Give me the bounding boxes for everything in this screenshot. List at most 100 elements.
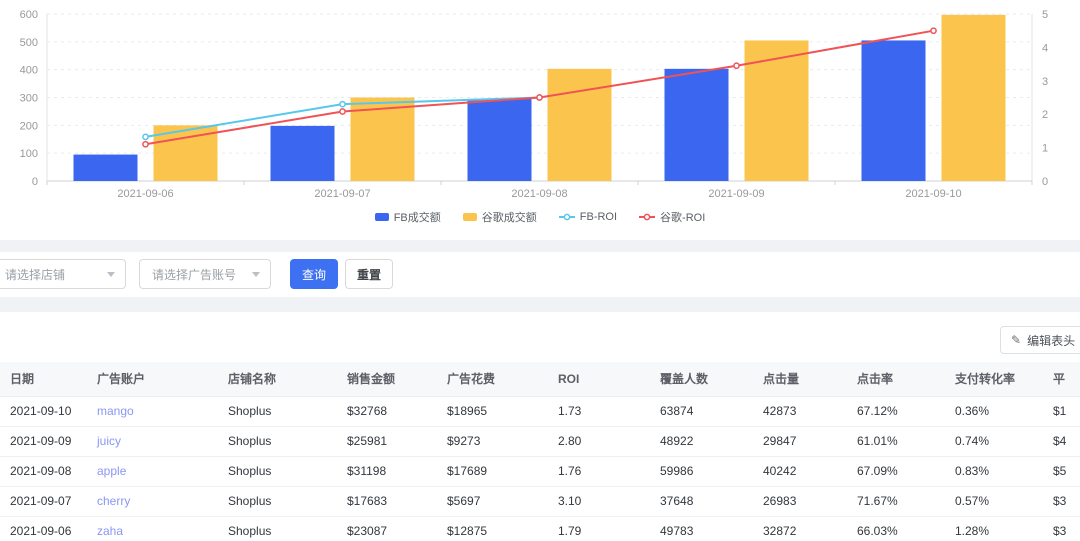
- legend-item-2[interactable]: FB-ROI: [558, 211, 617, 223]
- table-cell: $5: [1043, 456, 1080, 487]
- table-cell: $3: [1043, 516, 1080, 541]
- table-cell: Shoplus: [218, 456, 337, 487]
- column-header: 日期: [0, 362, 87, 397]
- bar-fb: [467, 98, 532, 181]
- table-cell: 59986: [650, 456, 753, 487]
- bar-google: [744, 40, 809, 181]
- legend-item-1[interactable]: 谷歌成交额: [462, 209, 537, 225]
- table-cell: 61.01%: [847, 426, 945, 457]
- table-cell: 1.79: [548, 516, 650, 541]
- chart-legend: FB成交额 谷歌成交额 FB-ROI 谷歌-ROI: [0, 209, 1080, 225]
- column-header: 广告花费: [437, 362, 548, 397]
- section-divider: [0, 297, 1080, 312]
- bar-google: [941, 14, 1006, 181]
- table-cell: 2021-09-08: [0, 456, 87, 487]
- bar-fb: [73, 154, 138, 181]
- legend-label: FB成交额: [393, 212, 441, 224]
- ad-account-link[interactable]: mango: [87, 396, 218, 427]
- table-row: 2021-09-06 zaha Shoplus $23087 $12875 1.79 497…: [0, 516, 1080, 541]
- left-axis-tick-label: 300: [20, 93, 38, 105]
- chart-section: 0 100 200 300 400 500 600 0 1 2 3 4 5 2021-09-06 2021-…: [0, 0, 1080, 240]
- table-cell: $25981: [337, 426, 437, 457]
- ad-account-link[interactable]: cherry: [87, 486, 218, 517]
- edit-columns-button[interactable]: ✎ 编辑表头: [1000, 326, 1080, 354]
- column-header: 广告账户: [87, 362, 218, 397]
- table-cell: $17683: [337, 486, 437, 517]
- legend-label: 谷歌成交额: [481, 212, 537, 224]
- legend-bar-swatch: [374, 213, 389, 221]
- ad-account-select-placeholder: 请选择广告账号: [152, 267, 237, 282]
- table-cell: 1.73: [548, 396, 650, 427]
- table-section: ✎ 编辑表头 日期 广告账户 店铺名称 销售金额 广告花费 ROI 覆盖人数 点击量 点击率 支付…: [0, 312, 1080, 541]
- table-cell: $31198: [337, 456, 437, 487]
- table-cell: 3.10: [548, 486, 650, 517]
- column-header: ROI: [548, 362, 650, 397]
- right-axis-tick-label: 2: [1042, 109, 1048, 121]
- table-row: 2021-09-09 juicy Shoplus $25981 $9273 2.80 489…: [0, 426, 1080, 457]
- table-cell: 48922: [650, 426, 753, 457]
- table-cell: $5697: [437, 486, 548, 517]
- table-cell: $18965: [437, 396, 548, 427]
- table-body: 2021-09-10 mango Shoplus $32768 $18965 1.73 63…: [0, 396, 1080, 541]
- legend-bar-swatch: [462, 213, 477, 221]
- table-cell: 37648: [650, 486, 753, 517]
- table-cell: $9273: [437, 426, 548, 457]
- ad-account-link[interactable]: zaha: [87, 516, 218, 541]
- legend-label: 谷歌-ROI: [660, 212, 706, 224]
- query-button[interactable]: 查询: [290, 259, 338, 289]
- table-row: 2021-09-10 mango Shoplus $32768 $18965 1.73 63…: [0, 396, 1080, 427]
- table-cell: 67.12%: [847, 396, 945, 427]
- left-axis-tick-label: 200: [20, 120, 38, 132]
- table-cell: 0.83%: [945, 456, 1043, 487]
- table-cell: 63874: [650, 396, 753, 427]
- table-cell: Shoplus: [218, 486, 337, 517]
- table-cell: 66.03%: [847, 516, 945, 541]
- right-axis-tick-label: 5: [1042, 9, 1048, 21]
- table-cell: 71.67%: [847, 486, 945, 517]
- right-axis-tick-label: 1: [1042, 143, 1048, 155]
- table-cell: 40242: [753, 456, 847, 487]
- table-cell: 2021-09-09: [0, 426, 87, 457]
- table-cell: $17689: [437, 456, 548, 487]
- table-cell: Shoplus: [218, 426, 337, 457]
- table-cell: $1: [1043, 396, 1080, 427]
- ad-account-link[interactable]: apple: [87, 456, 218, 487]
- table-cell: 42873: [753, 396, 847, 427]
- x-axis-category-label: 2021-09-07: [314, 188, 370, 200]
- table-cell: $32768: [337, 396, 437, 427]
- line-marker: [930, 27, 937, 35]
- shop-select-placeholder: 请选择店铺: [5, 267, 66, 282]
- reset-button[interactable]: 重置: [345, 259, 393, 289]
- left-axis-tick-label: 100: [20, 148, 38, 160]
- chevron-down-icon: [252, 271, 260, 277]
- bar-fb: [861, 40, 926, 181]
- line-marker: [339, 100, 346, 108]
- left-axis-tick-label: 500: [20, 37, 38, 49]
- bar-google: [547, 68, 612, 181]
- ad-account-link[interactable]: juicy: [87, 426, 218, 457]
- table-cell: $4: [1043, 426, 1080, 457]
- line-marker: [142, 133, 149, 141]
- table-cell: 2.80: [548, 426, 650, 457]
- legend-item-0[interactable]: FB成交额: [374, 209, 441, 225]
- left-axis-tick-label: 0: [32, 176, 38, 188]
- left-axis-tick-label: 400: [20, 65, 38, 77]
- legend-item-3[interactable]: 谷歌-ROI: [639, 209, 705, 225]
- ads-data-table: 日期 广告账户 店铺名称 销售金额 广告花费 ROI 覆盖人数 点击量 点击率 支付转化率平 20…: [0, 362, 1080, 541]
- shop-select[interactable]: 请选择店铺: [0, 259, 126, 289]
- filter-bar: 请选择店铺 请选择广告账号 查询 重置: [0, 252, 1080, 297]
- bar-fb: [664, 68, 729, 181]
- table-cell: 1.76: [548, 456, 650, 487]
- x-axis-category-label: 2021-09-06: [117, 188, 173, 200]
- column-header: 销售金额: [337, 362, 437, 397]
- section-divider: [0, 240, 1080, 252]
- line-marker: [142, 140, 149, 148]
- ad-account-select[interactable]: 请选择广告账号: [139, 259, 271, 289]
- table-cell: 0.57%: [945, 486, 1043, 517]
- table-cell: Shoplus: [218, 396, 337, 427]
- line-marker: [733, 62, 740, 70]
- line-google-roi: [145, 29, 934, 146]
- table-cell: 49783: [650, 516, 753, 541]
- column-header: 平: [1043, 362, 1080, 397]
- table-cell: 0.74%: [945, 426, 1043, 457]
